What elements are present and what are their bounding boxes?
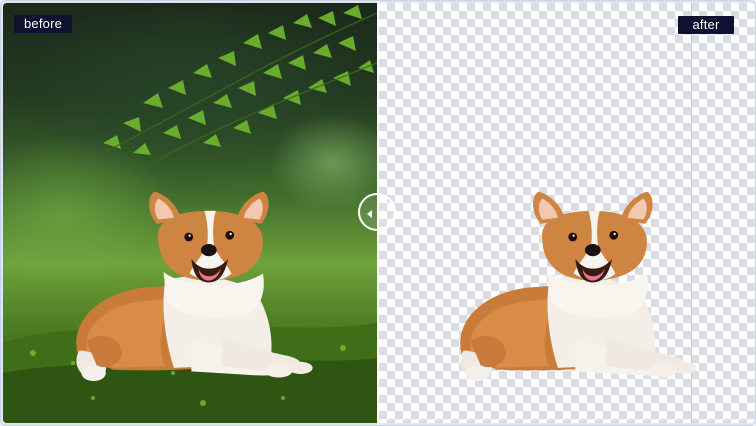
foliage-canopy (102, 5, 377, 164)
image-comparison-slider: before after (0, 0, 756, 426)
chevron-left-icon (367, 210, 372, 218)
before-image-panel (3, 3, 377, 423)
after-image-panel (379, 3, 755, 423)
after-label: after (678, 16, 734, 34)
chevron-right-icon (382, 210, 387, 218)
dog-cutout (460, 191, 697, 381)
slider-handle[interactable] (358, 193, 396, 231)
dog-photo (76, 191, 313, 381)
before-label: before (14, 15, 73, 33)
